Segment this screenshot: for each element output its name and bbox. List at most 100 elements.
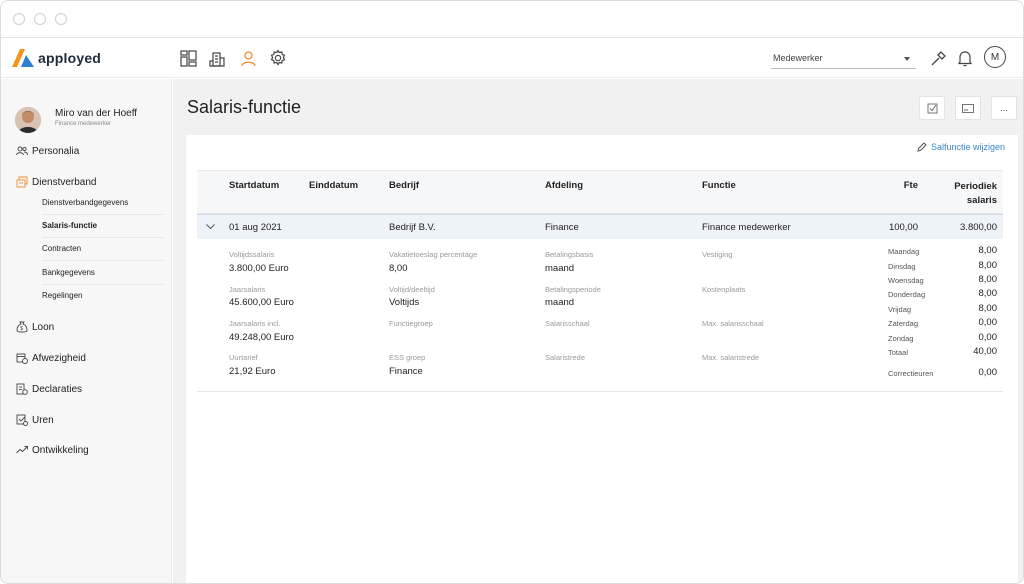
maximize-window-button[interactable]: [55, 13, 67, 25]
table-header: Startdatum Einddatum Bedrijf Afdeling Fu…: [197, 170, 1003, 214]
sidebar-subitem-salaris-functie[interactable]: Salaris-functie: [42, 215, 164, 238]
sidebar-item-label: Afwezigheid: [32, 352, 86, 364]
detail-label: Functiegroep: [389, 319, 433, 328]
money-bag-icon: $: [16, 321, 28, 333]
checkbox-icon: [927, 103, 937, 113]
detail-value: maand: [545, 263, 575, 274]
day-label: Vrijdag: [888, 305, 912, 314]
sidebar-item-ontwikkeling[interactable]: Ontwikkeling: [16, 444, 89, 456]
timesheet-icon: [16, 414, 28, 426]
app-window: apployed Medewerker M Miro van der Hoeff…: [0, 0, 1024, 584]
day-hours: 8,00: [978, 260, 998, 271]
day-label: Totaal: [888, 348, 909, 357]
sidebar-item-dienstverband[interactable]: Dienstverband: [16, 176, 96, 188]
user-avatar[interactable]: M: [984, 46, 1006, 68]
detail-label: Vakatietoeslag percentage: [389, 250, 478, 259]
table-row[interactable]: 01 aug 2021 Bedrijf B.V. Finance Finance…: [197, 214, 1003, 239]
apployed-logo[interactable]: apployed: [12, 48, 101, 68]
detail-value: 8,00: [389, 263, 408, 274]
sidebar-item-loon[interactable]: $ Loon: [16, 321, 54, 333]
detail-label: Voltijdssalaris: [229, 250, 275, 259]
detail-label: Max. salarisschaal: [702, 319, 764, 328]
detail-label: ESS groep: [389, 353, 426, 362]
cell-functie: Finance medewerker: [702, 222, 791, 233]
sidebar-subitem-regelingen[interactable]: Regelingen: [42, 285, 164, 308]
card-icon: [962, 103, 974, 113]
day-hours: 8,00: [978, 245, 998, 256]
chevron-down-icon[interactable]: [206, 222, 215, 231]
correctie-label: Correctieuren: [888, 369, 934, 378]
detail-value: 45.600,00 Euro: [229, 297, 294, 308]
day-label: Dinsdag: [888, 262, 916, 271]
chevron-down-icon: [904, 57, 910, 61]
sidebar-item-label: Loon: [32, 321, 55, 333]
detail-label: Max. salaristrede: [702, 353, 760, 362]
logo-text: apployed: [38, 50, 102, 66]
column-header-startdatum[interactable]: Startdatum: [229, 180, 279, 191]
day-label: Woensdag: [888, 276, 924, 285]
day-label: Zondag: [888, 334, 914, 343]
sidebar-subitem-dienstverbandgegevens[interactable]: Dienstverbandgegevens: [42, 192, 164, 215]
column-header-einddatum[interactable]: Einddatum: [309, 180, 358, 191]
minimize-window-button[interactable]: [34, 13, 46, 25]
toolbar-card-button[interactable]: [955, 96, 981, 120]
wrench-icon[interactable]: [927, 47, 949, 69]
day-label: Maandag: [888, 247, 920, 256]
cell-fte: 100,00: [888, 222, 918, 233]
more-options-button[interactable]: ...: [991, 96, 1017, 120]
detail-value: Finance: [389, 366, 423, 377]
detail-value: 49.248,00 Euro: [229, 332, 294, 343]
day-hours: 0,00: [978, 332, 998, 343]
bell-icon[interactable]: [954, 47, 976, 69]
sidebar-subitem-bankgegevens[interactable]: Bankgegevens: [42, 262, 164, 285]
column-header-functie[interactable]: Functie: [702, 180, 736, 191]
building-icon[interactable]: [206, 47, 228, 69]
page-title: Salaris-functie: [187, 97, 302, 117]
contract-icon: [16, 176, 28, 188]
detail-value: 21,92 Euro: [229, 366, 276, 377]
detail-label: Voltijd/deeltijd: [389, 285, 435, 294]
day-hours: 8,00: [978, 288, 998, 299]
column-header-afdeling[interactable]: Afdeling: [545, 180, 583, 191]
salfunctie-wijzigen-link[interactable]: Salfunctie wijzigen: [917, 142, 1005, 152]
detail-label: Vestiging: [702, 250, 733, 259]
detail-label: Jaarsalaris: [229, 285, 266, 294]
dashboard-icon[interactable]: [177, 47, 199, 69]
sidebar-item-declaraties[interactable]: Declaraties: [16, 383, 82, 395]
sidebar-item-uren[interactable]: Uren: [16, 414, 54, 426]
salary-card: Salfunctie wijzigen Startdatum Einddatum…: [186, 135, 1018, 583]
detail-label: Betalingsbasis: [545, 250, 594, 259]
sidebar-item-label: Dienstverband: [32, 176, 97, 188]
cell-periodiek-salaris: 3.800,00: [960, 222, 997, 233]
detail-label: Salarisschaal: [545, 319, 590, 328]
cell-startdatum: 01 aug 2021: [229, 222, 282, 233]
sidebar-item-afwezigheid[interactable]: Afwezigheid: [16, 352, 86, 364]
column-header-fte[interactable]: Fte: [877, 180, 918, 191]
detail-value: 3.800,00 Euro: [229, 263, 289, 274]
sidebar-item-label: Declaraties: [32, 383, 83, 395]
detail-value: maand: [545, 297, 575, 308]
detail-label: Betalingsperiode: [545, 285, 601, 294]
person-icon[interactable]: [237, 47, 259, 69]
main-content: Salaris-functie ... Salfunctie wijzigen …: [173, 79, 1023, 583]
detail-label: Kostenplaats: [702, 285, 746, 294]
detail-label: Uurtarief: [229, 353, 258, 362]
detail-label: Salaristrede: [545, 353, 586, 362]
toolbar-checkbox-button[interactable]: [919, 96, 945, 120]
close-window-button[interactable]: [13, 13, 25, 25]
column-header-bedrijf[interactable]: Bedrijf: [389, 180, 419, 191]
role-select[interactable]: Medewerker: [771, 49, 916, 69]
sidebar: Miro van der Hoeff Finance medewerker Pe…: [1, 79, 172, 583]
gear-icon[interactable]: [267, 47, 289, 69]
people-icon: [16, 145, 28, 157]
calendar-clock-icon: [16, 352, 28, 364]
edit-link-label: Salfunctie wijzigen: [930, 142, 1005, 152]
sidebar-item-label: Personalia: [32, 145, 80, 157]
receipt-icon: [16, 383, 28, 395]
sidebar-subitem-contracten[interactable]: Contracten: [42, 238, 164, 261]
detail-value: Voltijds: [389, 297, 420, 308]
column-header-line: salaris: [966, 195, 997, 206]
sidebar-item-personalia[interactable]: Personalia: [16, 145, 79, 157]
column-header-periodiek-salaris[interactable]: Periodiek salaris: [927, 180, 997, 208]
user-role: Finance medewerker: [55, 121, 112, 127]
